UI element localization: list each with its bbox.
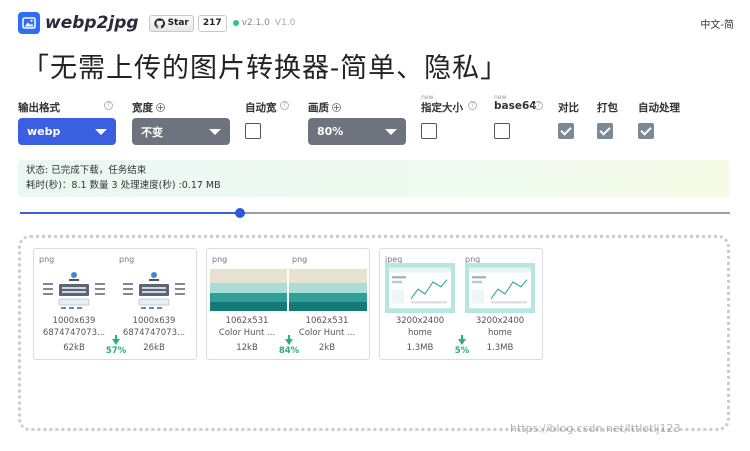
- compare-checkbox[interactable]: [558, 123, 574, 139]
- base64-label: base64: [494, 100, 537, 112]
- github-icon: [153, 17, 165, 28]
- download-arrow-icon: [458, 339, 466, 345]
- compression-ratio[interactable]: 57%: [104, 335, 128, 356]
- github-star-button[interactable]: Star: [148, 14, 194, 32]
- page-slogan: 「无需上传的图片转换器-简单、隐私」: [22, 53, 509, 84]
- logo-icon[interactable]: [18, 12, 40, 34]
- autowidth-checkbox[interactable]: [245, 123, 261, 139]
- input-dimensions: 1000x639: [52, 316, 96, 326]
- autoprocess-label: 自动处理: [638, 102, 680, 114]
- palette-thumbnail: [210, 269, 287, 311]
- slider-fill: [20, 212, 241, 214]
- fixedsize-label: 指定大小: [421, 102, 463, 114]
- input-format: png: [39, 255, 55, 264]
- input-dimensions: 3200x2400: [395, 316, 445, 326]
- caret-down-icon: [209, 129, 221, 135]
- input-filesize: 62kB: [63, 343, 85, 353]
- help-icon[interactable]: ?: [104, 101, 113, 110]
- dashboard-thumbnail: [385, 263, 455, 313]
- input-filesize: 12kB: [236, 343, 258, 353]
- help-icon[interactable]: ?: [534, 101, 543, 110]
- version-status-dot: [232, 20, 239, 26]
- input-filesize: 1.3MB: [406, 343, 434, 353]
- quality-select-value: 80%: [317, 125, 344, 138]
- caret-down-icon: [95, 129, 107, 135]
- diagram-thumbnail: [119, 269, 189, 311]
- language-select[interactable]: 中文-简: [700, 16, 734, 31]
- width-label: 宽度 +: [132, 102, 165, 114]
- autoprocess-checkbox[interactable]: [638, 123, 654, 139]
- input-image[interactable]: png 1062x531 Color Hunt ... 12kB: [207, 249, 287, 361]
- download-arrow-icon: [285, 339, 293, 345]
- quality-label: 画质 +: [308, 102, 341, 114]
- app-header: webp2jpg Star 217 v2.1.0 V1.0 中文-简: [18, 10, 734, 36]
- base64-checkbox[interactable]: [494, 123, 510, 139]
- format-select-value: webp: [27, 125, 61, 138]
- output-format: png: [119, 255, 135, 264]
- diagram-thumbnail: [39, 269, 109, 311]
- help-icon[interactable]: ?: [468, 101, 477, 110]
- caret-down-icon: [385, 129, 397, 135]
- result-card: png 1000x639 6874747073... 62kB png 1000…: [33, 248, 197, 360]
- status-text: 状态: 已完成下载，任务结束: [26, 165, 147, 176]
- output-dimensions: 1000x639: [132, 316, 176, 326]
- app-name[interactable]: webp2jpg: [45, 13, 139, 33]
- output-dimensions: 3200x2400: [475, 316, 525, 326]
- autowidth-label: 自动宽: [245, 102, 277, 114]
- slider-thumb[interactable]: [235, 208, 246, 218]
- input-filename: Color Hunt ...: [218, 328, 276, 338]
- output-format: png: [292, 255, 308, 264]
- output-dimensions: 1062x531: [305, 316, 349, 326]
- ratio-percent: 57%: [105, 346, 127, 356]
- ratio-percent: 84%: [278, 346, 300, 356]
- compression-ratio[interactable]: 84%: [277, 335, 301, 356]
- result-card: png 1062x531 Color Hunt ... 12kB png 106…: [206, 248, 370, 360]
- input-filename: 6874747073...: [42, 328, 106, 338]
- star-label: Star: [167, 18, 189, 28]
- format-select[interactable]: webp: [18, 118, 116, 145]
- ratio-percent: 5%: [454, 346, 470, 356]
- palette-thumbnail: [289, 269, 367, 311]
- download-arrow-icon: [112, 339, 120, 345]
- input-image[interactable]: jpeg 3200x2400 home 1.3MB: [380, 249, 460, 361]
- dashboard-thumbnail: [465, 263, 535, 313]
- width-select-value: 不变: [141, 125, 163, 139]
- fixedsize-checkbox[interactable]: [421, 123, 437, 139]
- pack-checkbox[interactable]: [597, 123, 613, 139]
- format-label: 输出格式: [18, 102, 60, 114]
- input-image[interactable]: png 1000x639 6874747073... 62kB: [34, 249, 114, 361]
- timing-text: 耗时(秒)：8.1 数量 3 处理速度(秒) :0.17 MB: [26, 180, 221, 191]
- input-dimensions: 1062x531: [225, 316, 269, 326]
- compression-ratio[interactable]: 5%: [450, 335, 474, 356]
- compare-label: 对比: [558, 102, 579, 114]
- input-filename: home: [407, 328, 433, 338]
- pack-label: 打包: [597, 102, 618, 114]
- watermark: https://blog.csdn.net/lttlotlj123: [510, 422, 681, 435]
- width-select[interactable]: 不变: [132, 118, 230, 145]
- plus-circle-icon[interactable]: +: [332, 103, 341, 112]
- quality-select[interactable]: 80%: [308, 118, 406, 145]
- status-panel: 状态: 已完成下载，任务结束 耗时(秒)：8.1 数量 3 处理速度(秒) :0…: [18, 160, 730, 197]
- help-icon[interactable]: ?: [280, 101, 289, 110]
- compare-slider[interactable]: [20, 208, 730, 218]
- input-format: png: [212, 255, 228, 264]
- version-legacy[interactable]: V1.0: [275, 18, 295, 28]
- version-current[interactable]: v2.1.0: [242, 18, 270, 28]
- plus-circle-icon[interactable]: +: [156, 103, 165, 112]
- star-count[interactable]: 217: [197, 14, 227, 32]
- result-card: jpeg 3200x2400 home 1.3MB png 3200x2400 …: [379, 248, 543, 360]
